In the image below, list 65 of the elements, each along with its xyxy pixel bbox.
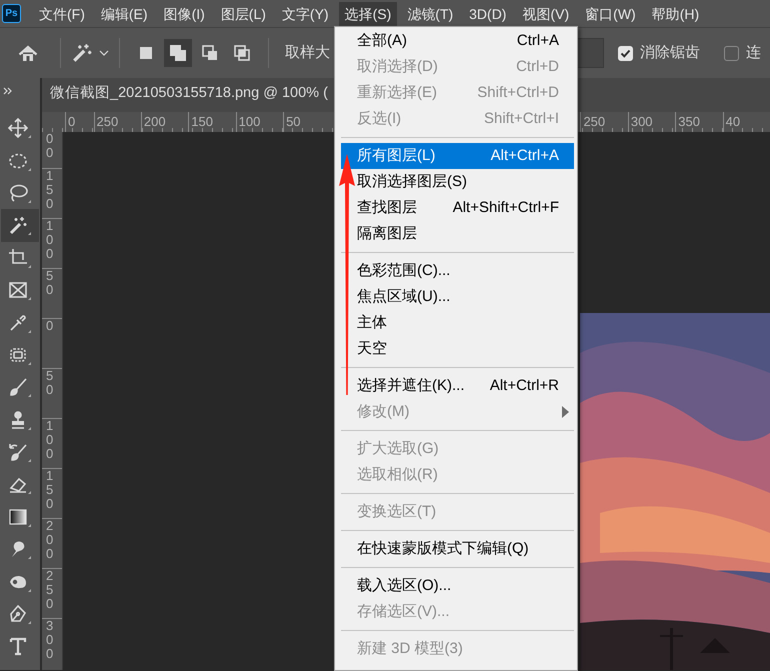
menu-item[interactable]: 焦点区域(U)... (341, 284, 574, 310)
ruler-label: 150 (46, 169, 54, 211)
magic-wand-icon (7, 214, 33, 236)
move-icon (7, 117, 33, 140)
crop-icon (7, 246, 33, 269)
menu-item[interactable]: 视图(V) (516, 2, 576, 26)
menu-item[interactable]: 编辑(E) (94, 2, 154, 26)
menu-item[interactable]: 图层(L) (214, 2, 272, 26)
shortcut-text: Alt+Ctrl+R (488, 376, 559, 396)
ruler-label: 50 (46, 369, 54, 397)
checkbox-label: 连 (746, 42, 761, 63)
menu-item[interactable]: 载入选区(O)... (341, 573, 574, 599)
menu-item[interactable]: 在快速蒙版模式下编辑(Q) (341, 536, 574, 562)
caret-icon (99, 49, 109, 57)
ruler-label: 100 (46, 219, 54, 261)
menu-item[interactable]: 文件(F) (33, 2, 91, 26)
menu-item[interactable]: 天空 (341, 336, 574, 362)
shortcut-text: Shift+Ctrl+D (476, 82, 559, 103)
menu-item[interactable]: 文字(Y) (276, 2, 335, 26)
menu-item[interactable]: 所有图层(L) Alt+Ctrl+A (341, 143, 574, 169)
app-logo: Ps (2, 4, 21, 23)
ruler-label: 50 (46, 269, 54, 297)
menu-item[interactable]: 主体 (341, 310, 574, 336)
menu-item[interactable]: 帮助(H) (646, 2, 706, 26)
shortcut-text: Alt+Shift+Ctrl+F (452, 198, 559, 218)
checkbox-label: 消除锯齿 (640, 42, 700, 63)
ruler-label: 300 (46, 619, 54, 661)
submenu-arrow-icon (562, 406, 569, 418)
field-label: 取样大 (285, 42, 330, 63)
menu-item[interactable]: 窗口(W) (579, 2, 642, 26)
menu-item[interactable]: 隔离图层 (341, 221, 574, 247)
menu-item[interactable]: 3D(D) (463, 2, 512, 26)
menu-item[interactable]: 色彩范围(C)... (341, 258, 574, 284)
lasso-icon (7, 182, 33, 204)
ruler-label: 250 (46, 569, 54, 611)
selection-mode-button[interactable] (164, 39, 192, 67)
shortcut-text: Shift+Ctrl+I (482, 108, 559, 129)
subtract-selection-icon (200, 43, 220, 63)
history-brush-icon (7, 441, 33, 464)
shortcut-text: Ctrl+D (515, 56, 559, 77)
menu-item[interactable]: 查找图层 Alt+Shift+Ctrl+F (341, 195, 574, 221)
menu-item[interactable]: 选择(S) (338, 2, 398, 26)
tool-button[interactable] (1, 209, 39, 242)
ruler-label: 00 (46, 132, 54, 160)
brush-icon (7, 376, 33, 398)
checkbox[interactable] (724, 46, 739, 60)
intersect-selection-icon (232, 43, 252, 63)
magic-wand-icon (71, 42, 93, 64)
ruler-label: 200 (46, 519, 54, 561)
ruler-label: 150 (46, 469, 54, 511)
ruler-label: 100 (46, 419, 54, 461)
menu-item[interactable]: 选择并遮住(K)... Alt+Ctrl+R (341, 373, 574, 399)
add-selection-icon (168, 43, 188, 63)
menu-item[interactable]: 滤镜(T) (401, 2, 460, 26)
collapse-icon (3, 86, 13, 96)
menu-item[interactable]: 全部(A) Ctrl+A (341, 28, 574, 54)
ruler-label: 0 (46, 319, 54, 333)
menu-item[interactable]: 取消选择图层(S) (341, 169, 574, 195)
frame-icon (7, 279, 33, 302)
home-icon (18, 44, 38, 64)
pen-icon (7, 603, 33, 626)
shortcut-text: Alt+Ctrl+A (490, 146, 559, 166)
menu-item[interactable]: 图像(I) (158, 2, 211, 26)
shortcut-text: Ctrl+A (516, 30, 559, 51)
document-tab[interactable]: 微信截图_20210503155718.png @ 100% ( (42, 83, 328, 112)
